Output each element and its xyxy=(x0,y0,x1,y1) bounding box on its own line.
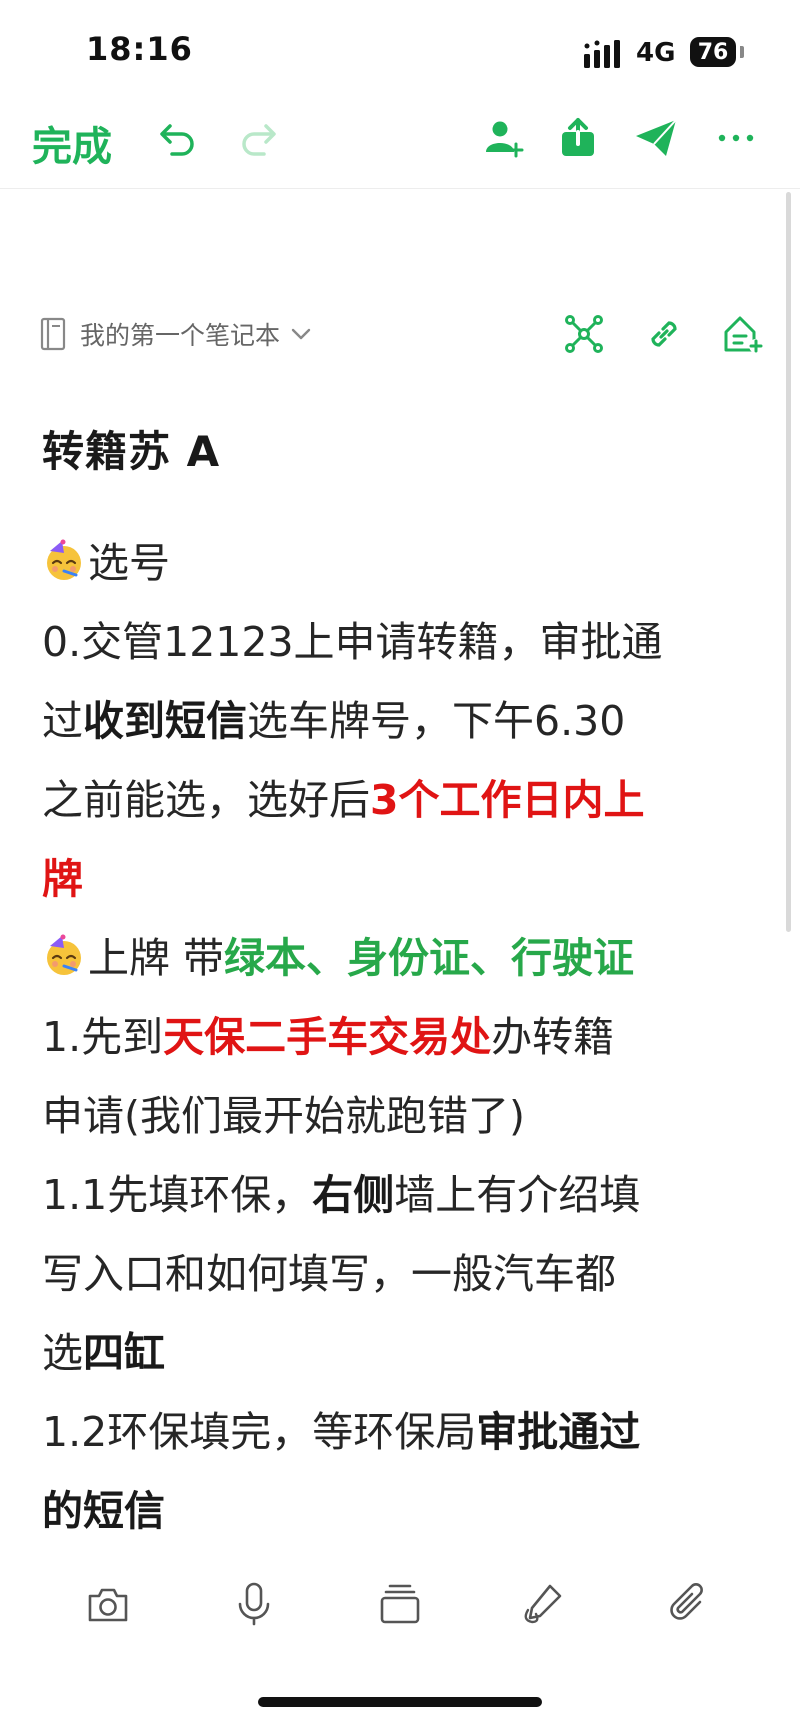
editor-toolbar: 完成 xyxy=(0,100,800,189)
scrollbar[interactable] xyxy=(786,192,791,932)
attachment-icon[interactable] xyxy=(664,1580,712,1628)
note-line: 1.1先填环保，右侧墙上有介绍填 xyxy=(42,1171,641,1219)
battery-icon: 76 xyxy=(690,37,736,67)
status-time: 18:16 xyxy=(86,30,193,68)
note-line: 申请(我们最开始就跑错了) xyxy=(42,1092,525,1140)
done-button[interactable]: 完成 xyxy=(32,114,112,172)
note-line: 选四缸 xyxy=(42,1329,165,1377)
note-line: 0.交管12123上申请转籍，审批通 xyxy=(42,618,663,666)
party-face-emoji xyxy=(42,925,86,975)
note-line: 写入口和如何填写，一般汽车都 xyxy=(42,1250,616,1298)
undo-icon[interactable] xyxy=(156,116,200,160)
notebook-name: 我的第一个笔记本 xyxy=(80,321,281,350)
status-bar: 18:16 4G 76 xyxy=(0,0,800,100)
note-editor[interactable]: 选号 0.交管12123上申请转籍，审批通 过收到短信选车牌号，下午6.30 之… xyxy=(42,524,762,1551)
mind-map-icon[interactable] xyxy=(562,312,606,356)
redo-icon[interactable] xyxy=(236,116,280,160)
party-face-emoji xyxy=(42,530,86,580)
signal-icon xyxy=(584,40,620,68)
notebook-icon xyxy=(40,317,66,351)
note-line: 牌 xyxy=(42,855,83,903)
link-icon[interactable] xyxy=(642,312,686,356)
bottom-toolbar xyxy=(0,1580,800,1650)
microphone-icon[interactable] xyxy=(230,1580,278,1628)
note-line: 1.2环保填完，等环保局审批通过 xyxy=(42,1408,641,1456)
battery-level: 76 xyxy=(697,39,729,65)
notebook-row: 我的第一个笔记本 xyxy=(0,312,800,362)
note-line: 上牌 带绿本、身份证、行驶证 xyxy=(42,919,762,998)
add-to-home-icon[interactable] xyxy=(720,312,764,356)
note-line: 选号 xyxy=(42,524,762,603)
notebook-selector[interactable]: 我的第一个笔记本 xyxy=(40,316,312,352)
handwriting-icon[interactable] xyxy=(520,1580,568,1628)
card-stack-icon[interactable] xyxy=(376,1580,424,1628)
note-line: 1.先到天保二手车交易处办转籍 xyxy=(42,1013,615,1061)
send-icon[interactable] xyxy=(634,116,678,160)
note-line: 之前能选，选好后3个工作日内上 xyxy=(42,776,645,824)
battery-tip xyxy=(740,46,744,58)
add-collaborator-icon[interactable] xyxy=(482,116,526,160)
home-indicator xyxy=(258,1697,542,1707)
camera-icon[interactable] xyxy=(84,1580,132,1628)
share-icon[interactable] xyxy=(556,116,600,160)
more-icon[interactable] xyxy=(714,116,758,160)
network-label: 4G xyxy=(636,38,676,68)
chevron-down-icon xyxy=(291,328,311,340)
note-line: 过收到短信选车牌号，下午6.30 xyxy=(42,697,626,745)
note-title[interactable]: 转籍苏 A xyxy=(42,418,220,479)
note-line: 的短信 xyxy=(42,1487,165,1535)
